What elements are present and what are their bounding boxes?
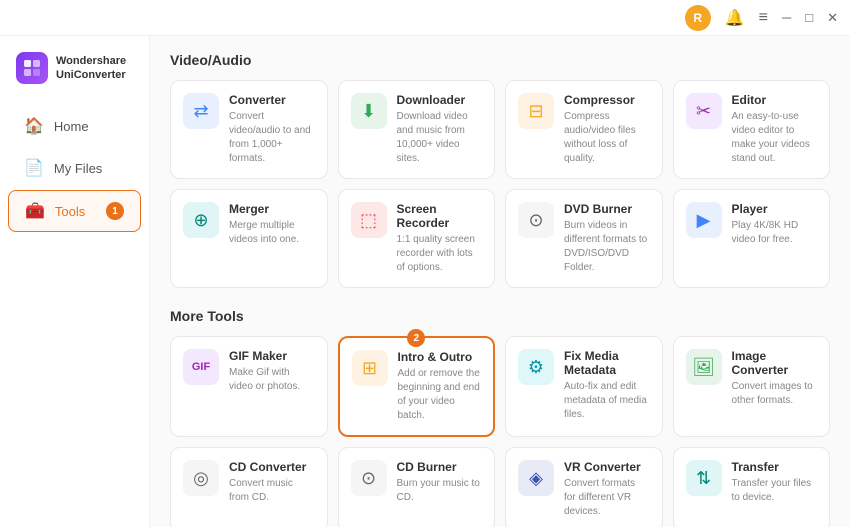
transfer-name: Transfer bbox=[732, 460, 818, 474]
titlebar-controls: R 🔔 ≡ ─ □ ✕ bbox=[685, 5, 838, 31]
cd-burner-name: CD Burner bbox=[397, 460, 483, 474]
image-converter-desc: Convert images to other formats. bbox=[732, 380, 818, 408]
compressor-icon: ⊟ bbox=[518, 93, 554, 129]
sidebar-item-tools[interactable]: 🧰 Tools 1 bbox=[8, 190, 141, 232]
editor-name: Editor bbox=[732, 93, 818, 107]
downloader-desc: Download video and music from 10,000+ vi… bbox=[397, 110, 483, 166]
intro-outro-badge: 2 bbox=[407, 329, 425, 347]
vr-converter-name: VR Converter bbox=[564, 460, 650, 474]
logo-text: Wondershare UniConverter bbox=[56, 54, 126, 83]
editor-icon: ✂ bbox=[686, 93, 722, 129]
downloader-icon: ⬇ bbox=[351, 93, 387, 129]
dvd-burner-desc: Burn videos in different formats to DVD/… bbox=[564, 219, 650, 275]
video-audio-section: Video/Audio ⇄ Converter Convert video/au… bbox=[170, 52, 830, 288]
gif-maker-desc: Make Gif with video or photos. bbox=[229, 366, 315, 394]
player-icon: ▶ bbox=[686, 202, 722, 238]
compressor-name: Compressor bbox=[564, 93, 650, 107]
content-area: Video/Audio ⇄ Converter Convert video/au… bbox=[150, 36, 850, 527]
app-body: Wondershare UniConverter 🏠 Home 📄 My Fil… bbox=[0, 36, 850, 527]
image-converter-name: Image Converter bbox=[732, 349, 818, 377]
more-tools-section: More Tools GIF GIF Maker Make Gif with v… bbox=[170, 308, 830, 527]
tool-compressor[interactable]: ⊟ Compressor Compress audio/video files … bbox=[505, 80, 663, 179]
sidebar-nav: 🏠 Home 📄 My Files 🧰 Tools 1 bbox=[0, 106, 149, 232]
sidebar-item-label: Home bbox=[54, 119, 89, 134]
tool-merger[interactable]: ⊕ Merger Merge multiple videos into one. bbox=[170, 189, 328, 288]
user-avatar[interactable]: R bbox=[685, 5, 711, 31]
tool-screen-recorder[interactable]: ⬚ Screen Recorder 1:1 quality screen rec… bbox=[338, 189, 496, 288]
tools-badge: 1 bbox=[106, 202, 124, 220]
sidebar-item-myfiles[interactable]: 📄 My Files bbox=[8, 148, 141, 188]
cd-converter-desc: Convert music from CD. bbox=[229, 477, 315, 505]
converter-icon: ⇄ bbox=[183, 93, 219, 129]
merger-icon: ⊕ bbox=[183, 202, 219, 238]
cd-converter-icon: ◎ bbox=[183, 460, 219, 496]
video-audio-grid: ⇄ Converter Convert video/audio to and f… bbox=[170, 80, 830, 288]
logo-icon bbox=[16, 52, 48, 84]
screen-recorder-desc: 1:1 quality screen recorder with lots of… bbox=[397, 233, 483, 275]
editor-desc: An easy-to-use video editor to make your… bbox=[732, 110, 818, 166]
tool-converter[interactable]: ⇄ Converter Convert video/audio to and f… bbox=[170, 80, 328, 179]
files-icon: 📄 bbox=[24, 158, 44, 178]
minimize-button[interactable]: ─ bbox=[782, 10, 791, 25]
close-button[interactable]: ✕ bbox=[827, 10, 838, 26]
video-audio-title: Video/Audio bbox=[170, 52, 830, 68]
dvd-burner-icon: ⊙ bbox=[518, 202, 554, 238]
screen-recorder-icon: ⬚ bbox=[351, 202, 387, 238]
tool-dvd-burner[interactable]: ⊙ DVD Burner Burn videos in different fo… bbox=[505, 189, 663, 288]
tool-fix-media[interactable]: ⚙ Fix Media Metadata Auto-fix and edit m… bbox=[505, 336, 663, 437]
intro-outro-name: Intro & Outro bbox=[398, 350, 482, 364]
intro-outro-desc: Add or remove the beginning and end of y… bbox=[398, 367, 482, 423]
cd-burner-desc: Burn your music to CD. bbox=[397, 477, 483, 505]
more-tools-grid: GIF GIF Maker Make Gif with video or pho… bbox=[170, 336, 830, 527]
vr-converter-icon: ◈ bbox=[518, 460, 554, 496]
more-tools-title: More Tools bbox=[170, 308, 830, 324]
notification-icon[interactable]: 🔔 bbox=[725, 8, 745, 28]
merger-name: Merger bbox=[229, 202, 315, 216]
home-icon: 🏠 bbox=[24, 116, 44, 136]
sidebar-item-label: Tools bbox=[55, 204, 85, 219]
tool-editor[interactable]: ✂ Editor An easy-to-use video editor to … bbox=[673, 80, 831, 179]
tool-transfer[interactable]: ⇅ Transfer Transfer your files to device… bbox=[673, 447, 831, 527]
cd-burner-icon: ⊙ bbox=[351, 460, 387, 496]
compressor-desc: Compress audio/video files without loss … bbox=[564, 110, 650, 166]
tool-image-converter[interactable]: 🖼 Image Converter Convert images to othe… bbox=[673, 336, 831, 437]
tool-cd-burner[interactable]: ⊙ CD Burner Burn your music to CD. bbox=[338, 447, 496, 527]
titlebar: R 🔔 ≡ ─ □ ✕ bbox=[0, 0, 850, 36]
app-logo: Wondershare UniConverter bbox=[0, 52, 149, 104]
sidebar-item-label: My Files bbox=[54, 161, 102, 176]
tool-player[interactable]: ▶ Player Play 4K/8K HD video for free. bbox=[673, 189, 831, 288]
converter-desc: Convert video/audio to and from 1,000+ f… bbox=[229, 110, 315, 166]
hamburger-icon[interactable]: ≡ bbox=[759, 9, 768, 27]
tool-vr-converter[interactable]: ◈ VR Converter Convert formats for diffe… bbox=[505, 447, 663, 527]
gif-maker-icon: GIF bbox=[183, 349, 219, 385]
tool-intro-outro[interactable]: 2 ⊞ Intro & Outro Add or remove the begi… bbox=[338, 336, 496, 437]
dvd-burner-name: DVD Burner bbox=[564, 202, 650, 216]
tool-downloader[interactable]: ⬇ Downloader Download video and music fr… bbox=[338, 80, 496, 179]
fix-media-name: Fix Media Metadata bbox=[564, 349, 650, 377]
screen-recorder-name: Screen Recorder bbox=[397, 202, 483, 230]
fix-media-desc: Auto-fix and edit metadata of media file… bbox=[564, 380, 650, 422]
intro-outro-icon: ⊞ bbox=[352, 350, 388, 386]
transfer-desc: Transfer your files to device. bbox=[732, 477, 818, 505]
gif-maker-name: GIF Maker bbox=[229, 349, 315, 363]
maximize-button[interactable]: □ bbox=[805, 10, 813, 25]
image-converter-icon: 🖼 bbox=[686, 349, 722, 385]
tool-cd-converter[interactable]: ◎ CD Converter Convert music from CD. bbox=[170, 447, 328, 527]
transfer-icon: ⇅ bbox=[686, 460, 722, 496]
merger-desc: Merge multiple videos into one. bbox=[229, 219, 315, 247]
vr-converter-desc: Convert formats for different VR devices… bbox=[564, 477, 650, 519]
player-desc: Play 4K/8K HD video for free. bbox=[732, 219, 818, 247]
downloader-name: Downloader bbox=[397, 93, 483, 107]
converter-name: Converter bbox=[229, 93, 315, 107]
tool-gif-maker[interactable]: GIF GIF Maker Make Gif with video or pho… bbox=[170, 336, 328, 437]
sidebar-item-home[interactable]: 🏠 Home bbox=[8, 106, 141, 146]
sidebar: Wondershare UniConverter 🏠 Home 📄 My Fil… bbox=[0, 36, 150, 527]
fix-media-icon: ⚙ bbox=[518, 349, 554, 385]
player-name: Player bbox=[732, 202, 818, 216]
cd-converter-name: CD Converter bbox=[229, 460, 315, 474]
tools-icon: 🧰 bbox=[25, 201, 45, 221]
